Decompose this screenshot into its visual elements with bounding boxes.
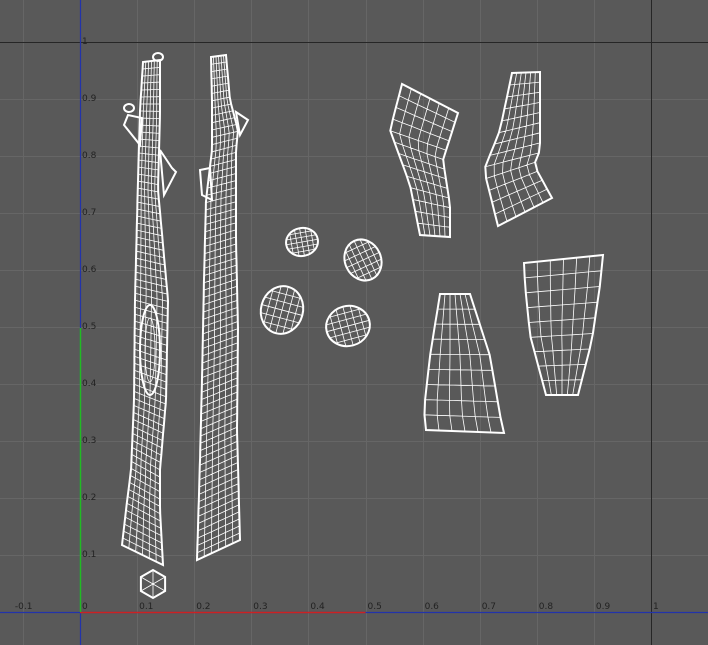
v-tick-label: 0.3	[82, 436, 96, 446]
v-tick-label: 0.7	[82, 208, 96, 218]
uv-axes	[0, 0, 708, 645]
u-tick-label: 0.3	[253, 602, 267, 612]
knot-shell-top-right[interactable]	[338, 233, 388, 286]
branch-shell-1[interactable]	[389, 82, 460, 239]
branch-shell-4[interactable]	[522, 253, 605, 396]
u-tick-label: 0.4	[310, 602, 325, 612]
u-tick-label: -0.1	[15, 602, 33, 612]
minor-grid	[0, 0, 708, 645]
uv-editor-viewport[interactable]: -0.1 0 0.1 0.2 0.3 0.4 0.5 0.6 0.7 0.8 0.9 1 0.1 0.2…	[0, 0, 708, 645]
stump-shell-bottom[interactable]	[139, 568, 167, 600]
u-tick-label: 0.5	[368, 602, 382, 612]
v-tick-label: 0.9	[82, 94, 97, 104]
v-tick-label: 0.4	[82, 379, 97, 389]
v-tick-label: 0.1	[82, 550, 96, 560]
u-tick-labels: -0.1 0 0.1 0.2 0.3 0.4 0.5 0.6 0.7 0.8 0.9 1	[15, 602, 659, 612]
u-tick-label: 0.8	[539, 602, 554, 612]
major-grid	[0, 0, 708, 645]
branch-shell-3[interactable]	[423, 293, 506, 435]
knot-shell-top-left[interactable]	[284, 225, 320, 258]
v-tick-label: 0.5	[82, 322, 96, 332]
u-tick-label: 0.1	[139, 602, 153, 612]
u-tick-label: 0.9	[596, 602, 611, 612]
v-tick-label: 0.2	[82, 493, 96, 503]
v-tick-label: 0.8	[82, 151, 97, 161]
u-tick-label: 0.6	[425, 602, 440, 612]
u-tick-label: 1	[653, 602, 659, 612]
v-tick-labels: 0.1 0.2 0.3 0.4 0.5 0.6 0.7 0.8 0.9 1	[82, 37, 97, 560]
knot-shell-bottom-left[interactable]	[256, 281, 309, 338]
v-tick-label: 0.6	[82, 265, 97, 275]
u-tick-label: 0.2	[196, 602, 210, 612]
tree-trunk-shell-left[interactable]	[120, 52, 178, 567]
u-tick-label: 0	[82, 602, 88, 612]
uv-grid-canvas[interactable]: -0.1 0 0.1 0.2 0.3 0.4 0.5 0.6 0.7 0.8 0.9 1 0.1 0.2…	[0, 0, 708, 645]
branch-shell-2[interactable]	[484, 70, 554, 228]
tree-trunk-shell-right[interactable]	[195, 53, 250, 562]
u-tick-label: 0.7	[482, 602, 496, 612]
v-tick-label: 1	[82, 37, 88, 47]
